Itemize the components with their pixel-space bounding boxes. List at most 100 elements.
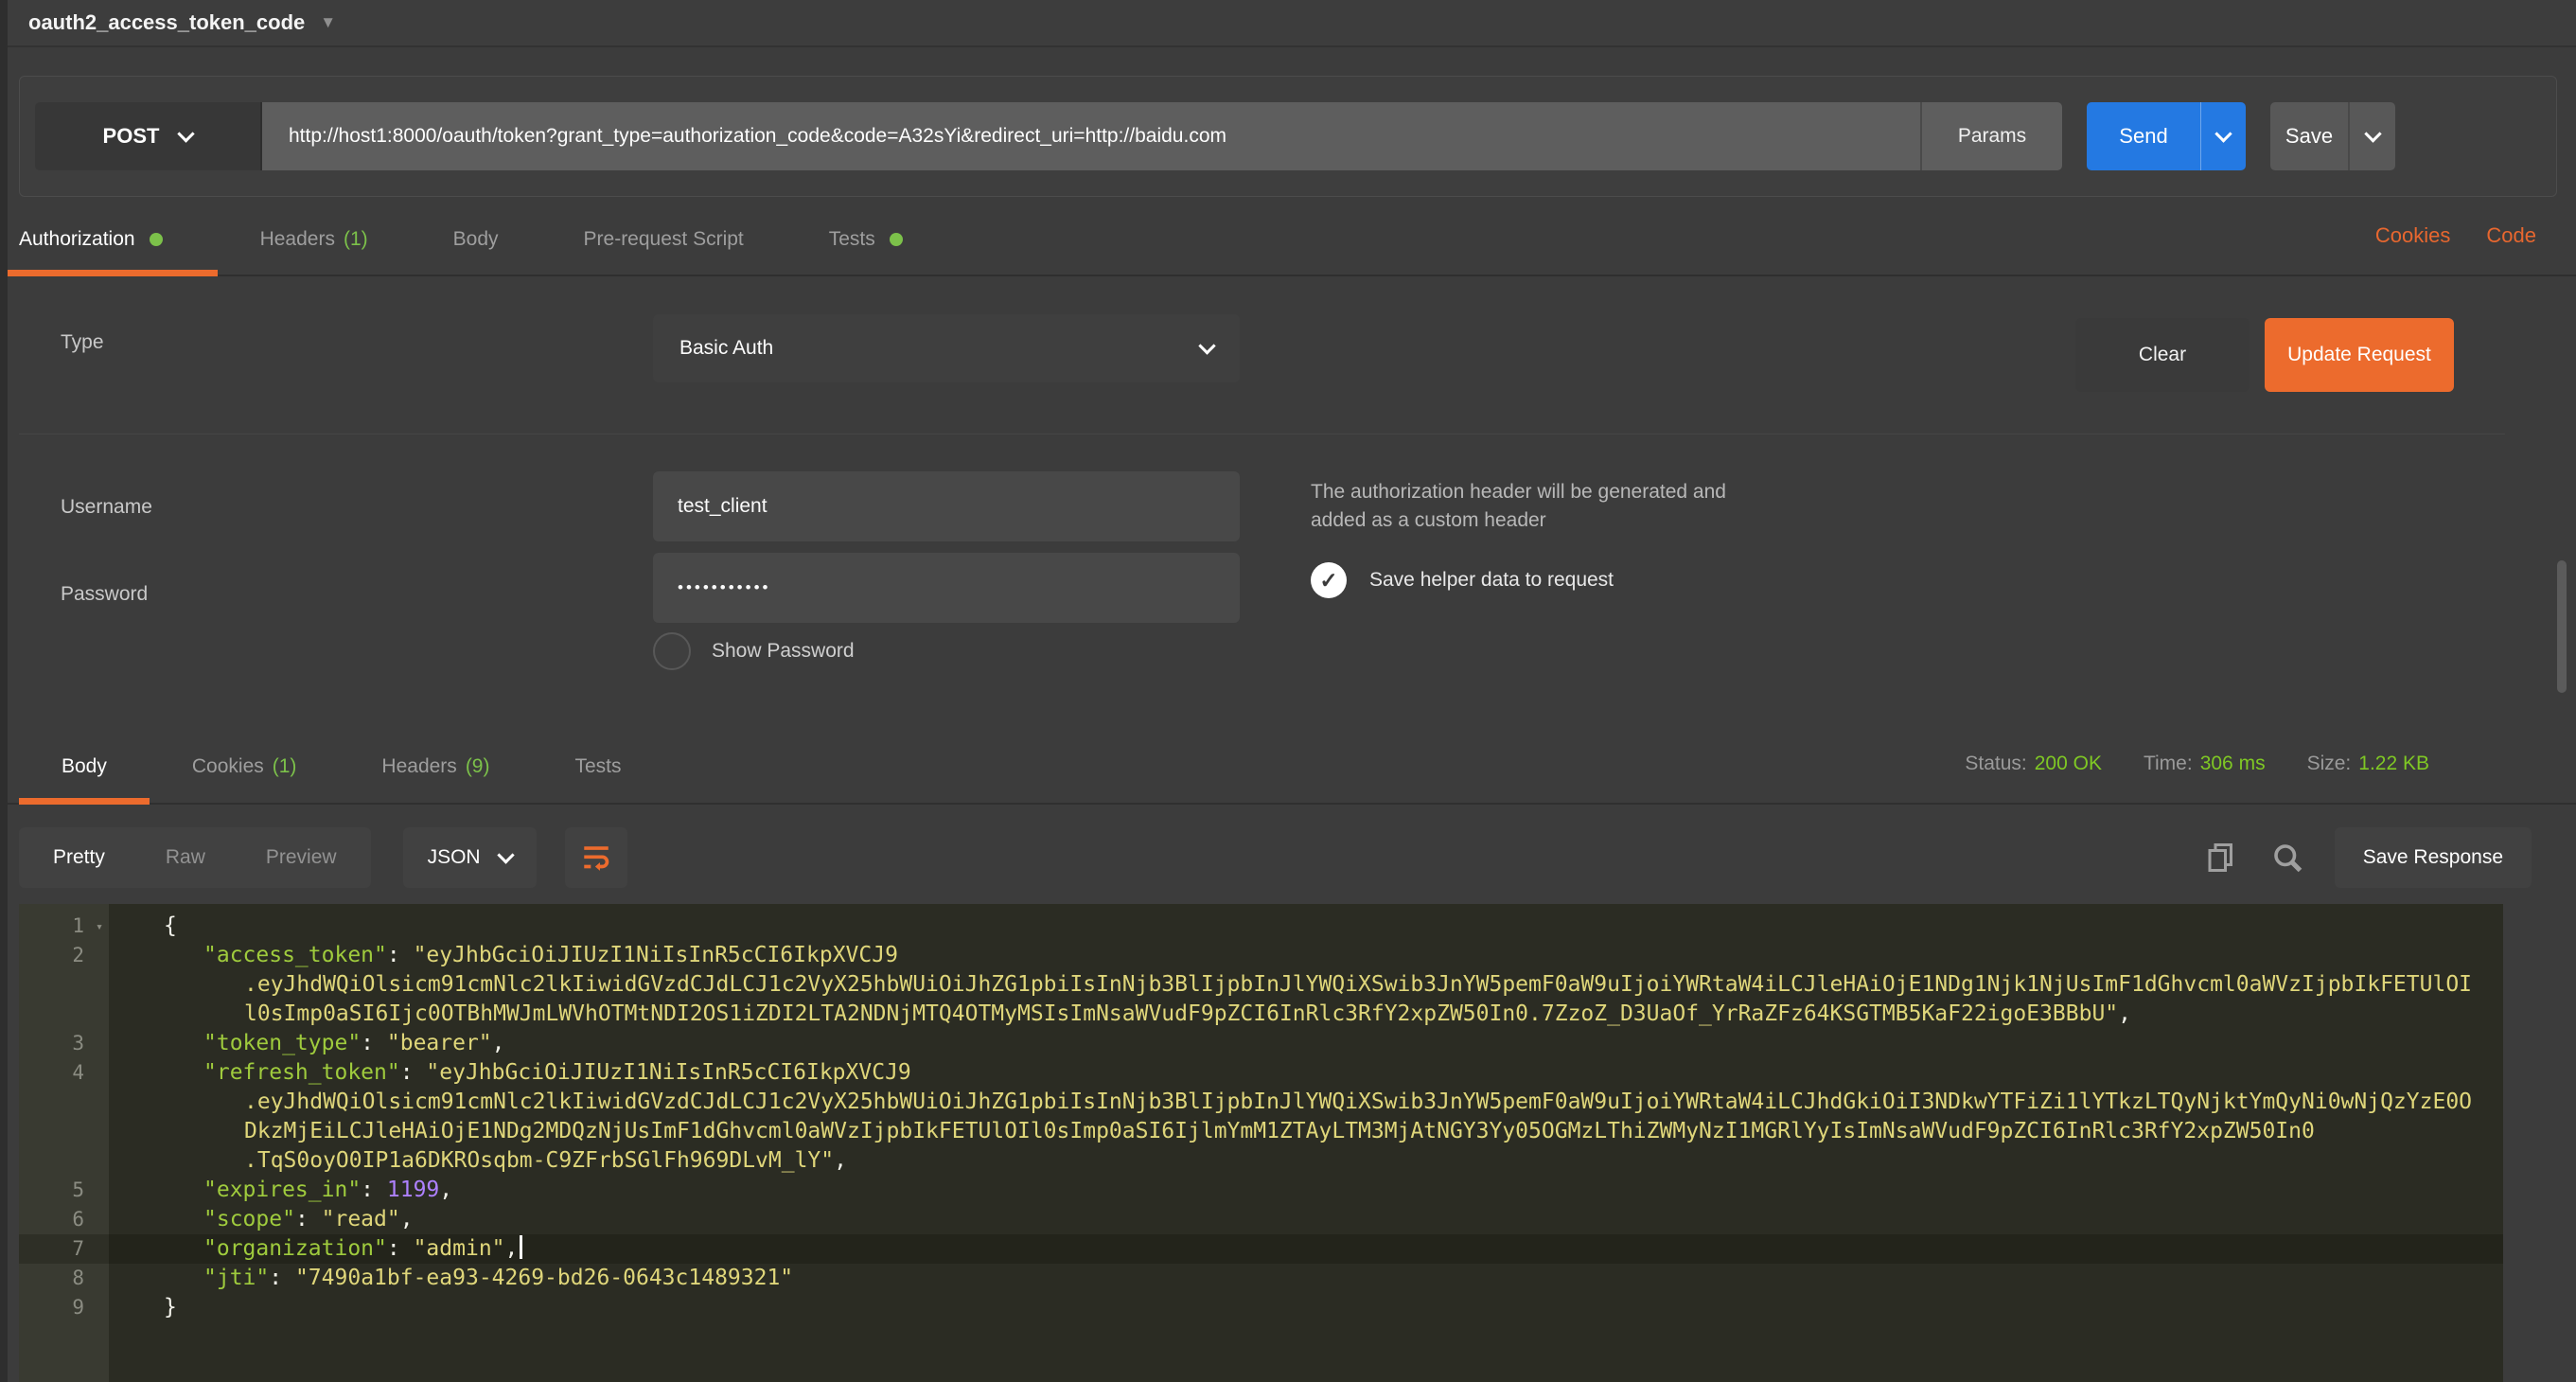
chevron-down-icon — [2214, 125, 2232, 142]
request-links: Cookies Code — [2375, 204, 2536, 267]
preview-view-button[interactable]: Preview — [266, 846, 337, 869]
line-number — [19, 1146, 109, 1176]
helper-note-line: The authorization header will be generat… — [1311, 478, 1726, 506]
title-dropdown-icon[interactable]: ▼ — [320, 13, 336, 32]
status-label: Status: — [1965, 753, 2026, 774]
size-meta: Size:1.22 KB — [2307, 753, 2429, 775]
tab-body[interactable]: Body — [411, 204, 541, 275]
status-dot-icon — [890, 233, 903, 246]
tab-response-headers[interactable]: Headers (9) — [339, 731, 532, 803]
code-line: DkzMjEiLCJleHAiOjE1NDg2MDQzNjUsImF1dGhvc… — [19, 1117, 2503, 1146]
time-value: 306 ms — [2200, 753, 2266, 774]
line-number: 7 — [19, 1234, 109, 1264]
type-label: Type — [61, 331, 104, 354]
authorization-editor: Type Basic Auth Clear Update Request Use… — [8, 276, 2576, 731]
helper-note-line: added as a custom header — [1311, 506, 1726, 535]
code-line: 4"refresh_token": "eyJhbGciOiJIUzI1NiIsI… — [19, 1058, 2503, 1088]
code-line: 3"token_type": "bearer", — [19, 1029, 2503, 1058]
text-cursor — [520, 1235, 522, 1259]
tab-response-body[interactable]: Body — [19, 731, 150, 803]
save-button[interactable]: Save — [2270, 102, 2348, 170]
status-value: 200 OK — [2035, 753, 2102, 774]
code-line: 8"jti": "7490a1bf-ea93-4269-bd26-0643c14… — [19, 1264, 2503, 1293]
line-number: 2 — [19, 941, 109, 970]
line-number: 9 — [19, 1293, 109, 1322]
wrap-text-icon — [580, 842, 612, 874]
code-text: "access_token": "eyJhbGciOiJIUzI1NiIsInR… — [109, 941, 2503, 970]
password-label: Password — [61, 583, 148, 606]
code-text: "organization": "admin", — [109, 1234, 2503, 1264]
code-line: 1▾{ — [19, 912, 2503, 941]
format-value: JSON — [428, 846, 481, 869]
tab-authorization[interactable]: Authorization — [4, 204, 218, 275]
tab-pre-request-script[interactable]: Pre-request Script — [541, 204, 786, 275]
save-options-button[interactable] — [2348, 102, 2395, 170]
code-text: .eyJhdWQiOlsicm91cmNlc2lkIiwidGVzdCJdLCJ… — [109, 1088, 2503, 1117]
line-number: 8 — [19, 1264, 109, 1293]
clear-button[interactable]: Clear — [2075, 318, 2250, 392]
pretty-view-button[interactable]: Pretty — [53, 846, 105, 869]
tab-label: Cookies — [192, 755, 264, 778]
username-input[interactable]: test_client — [653, 471, 1240, 541]
tab-headers[interactable]: Headers (1) — [218, 204, 411, 275]
code-link[interactable]: Code — [2486, 223, 2536, 248]
size-label: Size: — [2307, 753, 2352, 774]
cookies-link[interactable]: Cookies — [2375, 223, 2450, 248]
tab-tests[interactable]: Tests — [786, 204, 945, 275]
tab-label: Body — [453, 228, 499, 251]
line-number — [19, 970, 109, 1000]
tab-label: Body — [62, 755, 107, 778]
url-group: POST http://host1:8000/oauth/token?grant… — [35, 102, 2062, 170]
tab-response-cookies[interactable]: Cookies (1) — [150, 731, 340, 803]
url-input[interactable]: http://host1:8000/oauth/token?grant_type… — [262, 102, 1920, 170]
tab-label: Headers — [381, 755, 456, 778]
code-text: { — [109, 912, 2503, 941]
time-meta: Time:306 ms — [2144, 753, 2266, 775]
response-body-viewer[interactable]: 1▾{2"access_token": "eyJhbGciOiJIUzI1NiI… — [19, 904, 2503, 1382]
code-line: 7"organization": "admin", — [19, 1234, 2503, 1264]
window-left-edge — [0, 0, 8, 1382]
search-button[interactable] — [2268, 839, 2306, 877]
show-password-label: Show Password — [712, 640, 855, 663]
auth-type-value: Basic Auth — [679, 337, 773, 360]
copy-button[interactable] — [2202, 839, 2240, 877]
status-meta: Status: 200 OK — [1965, 753, 2102, 775]
view-mode-group: Pretty Raw Preview — [19, 827, 371, 888]
tab-label: Headers — [260, 228, 335, 251]
send-options-button[interactable] — [2200, 102, 2246, 170]
code-text: "refresh_token": "eyJhbGciOiJIUzI1NiIsIn… — [109, 1058, 2503, 1088]
auth-type-dropdown[interactable]: Basic Auth — [653, 314, 1240, 382]
raw-view-button[interactable]: Raw — [166, 846, 205, 869]
params-button[interactable]: Params — [1920, 102, 2062, 170]
scrollbar-thumb[interactable] — [2557, 560, 2567, 693]
wrap-text-button[interactable] — [565, 827, 627, 888]
code-line: 9} — [19, 1293, 2503, 1322]
save-response-button[interactable]: Save Response — [2335, 827, 2532, 888]
code-line: 5"expires_in": 1199, — [19, 1176, 2503, 1205]
fold-toggle-icon[interactable]: ▾ — [96, 912, 103, 942]
method-dropdown[interactable]: POST — [35, 102, 262, 170]
send-button[interactable]: Send — [2087, 102, 2200, 170]
chevron-down-icon — [2364, 125, 2381, 142]
request-tabs: Authorization Headers (1) Body Pre-reque… — [0, 204, 2576, 276]
tab-count-badge: (1) — [273, 755, 297, 778]
code-line: 6"scope": "read", — [19, 1205, 2503, 1234]
request-builder: POST http://host1:8000/oauth/token?grant… — [19, 76, 2557, 197]
code-text: DkzMjEiLCJleHAiOjE1NDg2MDQzNjUsImF1dGhvc… — [109, 1117, 2503, 1146]
code-text: "expires_in": 1199, — [109, 1176, 2503, 1205]
line-number: 1▾ — [19, 912, 109, 941]
format-dropdown[interactable]: JSON — [403, 827, 537, 888]
tab-response-tests[interactable]: Tests — [532, 731, 663, 803]
radio-unchecked-icon — [653, 632, 691, 670]
password-input[interactable]: ••••••••••• — [653, 553, 1240, 623]
save-helper-checkbox[interactable]: ✓ Save helper data to request — [1311, 562, 1614, 598]
send-button-group: Send — [2087, 102, 2246, 170]
update-request-button[interactable]: Update Request — [2265, 318, 2454, 392]
line-number: 4 — [19, 1058, 109, 1088]
postman-window: oauth2_access_token_code ▼ POST http://h… — [0, 0, 2576, 1382]
show-password-toggle[interactable]: Show Password — [653, 632, 855, 670]
response-meta: Status: 200 OK Time:306 ms Size:1.22 KB — [1965, 731, 2429, 797]
auth-helper-note: The authorization header will be generat… — [1311, 478, 1726, 535]
tab-label: Authorization — [19, 228, 135, 251]
request-tab-title: oauth2_access_token_code — [28, 10, 305, 35]
